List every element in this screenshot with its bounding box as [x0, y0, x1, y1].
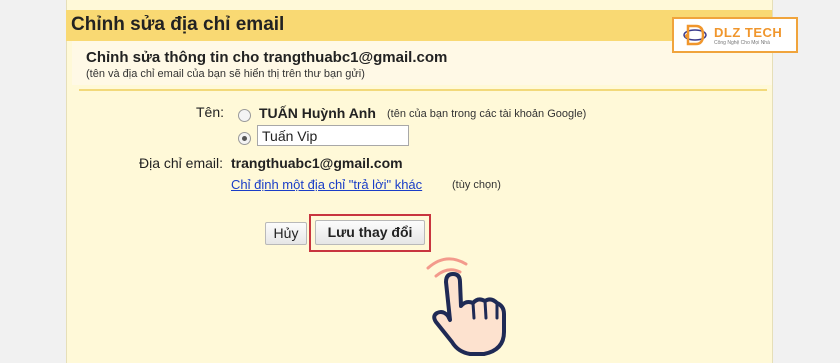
- cancel-button[interactable]: Hủy: [265, 222, 307, 245]
- dlz-tech-logo: DLZ TECH Công Nghệ Cho Mọi Nhà: [672, 17, 798, 53]
- dialog-subnote: (tên và địa chỉ email của bạn sẽ hiển th…: [86, 68, 365, 80]
- custom-name-input[interactable]: [257, 125, 409, 146]
- title-bar: Chỉnh sửa địa chỉ email: [66, 10, 772, 41]
- radio-google-name[interactable]: [238, 109, 251, 122]
- dialog-title: Chỉnh sửa địa chỉ email: [71, 14, 285, 35]
- reply-to-link[interactable]: Chỉ định một địa chỉ "trả lời" khác: [231, 177, 422, 192]
- google-name-note: (tên của bạn trong các tài khoản Google): [387, 108, 587, 120]
- name-label: Tên:: [196, 104, 225, 120]
- reply-to-note: (tùy chọn): [452, 179, 501, 191]
- dlz-logo-icon: [683, 24, 707, 46]
- email-label: Địa chỉ email:: [139, 155, 224, 171]
- pointing-hand-icon: [426, 257, 506, 356]
- google-name-text: TUẤN Huỳnh Anh: [259, 105, 376, 121]
- radio-selected-dot: [242, 136, 247, 141]
- logo-brand-text: DLZ TECH: [714, 25, 783, 40]
- divider: [79, 89, 767, 91]
- radio-custom-name[interactable]: [238, 132, 251, 145]
- logo-tagline: Công Nghệ Cho Mọi Nhà: [714, 40, 770, 46]
- email-value: trangthuabc1@gmail.com: [231, 155, 403, 171]
- dialog-subheading: Chỉnh sửa thông tin cho trangthuabc1@gma…: [86, 49, 448, 66]
- save-button[interactable]: Lưu thay đổi: [315, 220, 425, 245]
